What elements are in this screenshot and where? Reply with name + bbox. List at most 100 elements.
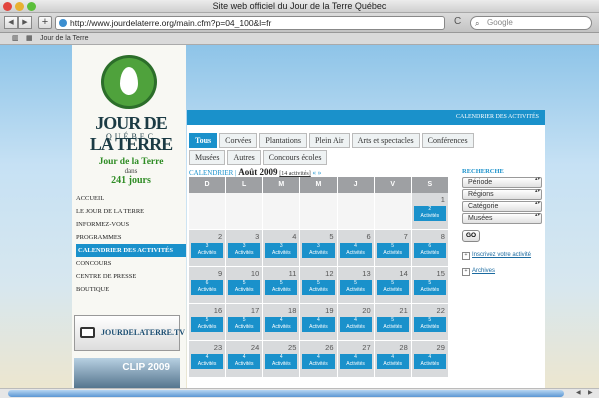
activities-badge[interactable]: 5 Activités <box>339 280 372 295</box>
activities-badge[interactable]: 5 Activités <box>413 317 446 332</box>
activities-badge[interactable]: 2 Activités <box>413 206 446 221</box>
activities-badge[interactable]: 5 Activités <box>376 280 409 295</box>
calendar-day[interactable]: 2 3 Activités <box>189 230 227 267</box>
archives-link[interactable]: Archives <box>462 268 542 276</box>
calendar-day[interactable]: 18 4 Activités <box>263 304 301 341</box>
calendar-day[interactable]: 25 4 Activités <box>263 341 301 378</box>
calendar-day[interactable]: 11 5 Activités <box>263 267 301 304</box>
activities-badge[interactable]: 5 Activités <box>228 317 261 332</box>
menu-item[interactable]: INFORMEZ-VOUS <box>76 218 186 231</box>
menu-item[interactable]: CENTRE DE PRESSE <box>76 270 186 283</box>
calendar-day[interactable]: 29 4 Activités <box>411 341 449 378</box>
activities-badge[interactable]: 3 Activités <box>228 243 261 258</box>
activities-badge[interactable]: 6 Activités <box>413 243 446 258</box>
activities-badge[interactable]: 3 Activités <box>265 243 298 258</box>
bookmark-jour-de-la-terre[interactable]: Jour de la Terre <box>40 33 89 44</box>
reload-button[interactable]: C <box>454 16 461 27</box>
scrollbar-thumb[interactable] <box>8 390 564 397</box>
calendar-day[interactable]: 12 5 Activités <box>300 267 338 304</box>
back-button[interactable]: ◀ <box>4 16 18 29</box>
calendar-day[interactable]: 21 5 Activités <box>374 304 412 341</box>
book-icon[interactable]: ▥ <box>12 33 19 44</box>
calendar-day[interactable]: 19 4 Activités <box>300 304 338 341</box>
activities-badge[interactable]: 6 Activités <box>191 280 224 295</box>
menu-item[interactable]: CONCOURS <box>76 257 186 270</box>
calendar-day[interactable]: 14 5 Activités <box>374 267 412 304</box>
prev-month-button[interactable]: « <box>313 169 317 177</box>
calendar-day[interactable]: 22 5 Activités <box>411 304 449 341</box>
menu-item[interactable]: CALENDRIER DES ACTIVITÉS <box>76 244 186 257</box>
activities-badge[interactable]: 4 Activités <box>265 354 298 369</box>
activities-badge[interactable]: 4 Activités <box>376 354 409 369</box>
scroll-right-icon[interactable]: ▶ <box>588 389 593 396</box>
tab-tous[interactable]: Tous <box>189 133 218 148</box>
tab-plein-air[interactable]: Plein Air <box>308 133 350 148</box>
add-bookmark-button[interactable]: + <box>38 16 52 29</box>
calendar-day[interactable]: 1 2 Activités <box>411 193 449 230</box>
activities-badge[interactable]: 4 Activités <box>339 354 372 369</box>
tab-conf-rences[interactable]: Conférences <box>421 133 474 148</box>
calendar-day[interactable]: 8 6 Activités <box>411 230 449 267</box>
calendar-day[interactable]: 27 4 Activités <box>337 341 375 378</box>
select-mus-es[interactable]: Musées <box>462 213 542 224</box>
tab-autres[interactable]: Autres <box>227 150 261 165</box>
tab-plantations[interactable]: Plantations <box>259 133 307 148</box>
calendar-day[interactable]: 24 4 Activités <box>226 341 264 378</box>
register-activity-link[interactable]: Inscrivez votre activité <box>462 252 542 260</box>
go-button[interactable]: GO <box>462 230 480 242</box>
activities-badge[interactable]: 4 Activités <box>228 354 261 369</box>
activities-badge[interactable]: 3 Activités <box>302 243 335 258</box>
activities-badge[interactable]: 5 Activités <box>302 280 335 295</box>
calendar-day[interactable]: 3 3 Activités <box>226 230 264 267</box>
activities-badge[interactable]: 4 Activités <box>265 317 298 332</box>
menu-item[interactable]: PROGRAMMES <box>76 231 186 244</box>
activities-badge[interactable]: 4 Activités <box>302 317 335 332</box>
activities-badge[interactable]: 4 Activités <box>413 354 446 369</box>
activities-badge[interactable]: 5 Activités <box>191 317 224 332</box>
leaf-logo-icon[interactable] <box>101 55 157 109</box>
calendar-day[interactable]: 6 4 Activités <box>337 230 375 267</box>
calendar-day[interactable]: 28 4 Activités <box>374 341 412 378</box>
tab-arts-et-spectacles[interactable]: Arts et spectacles <box>351 133 420 148</box>
select-r-gions[interactable]: Régions <box>462 189 542 200</box>
menu-item[interactable]: LE JOUR DE LA TERRE <box>76 205 186 218</box>
select-cat-gorie[interactable]: Catégorie <box>462 201 542 212</box>
calendar-day[interactable]: 7 5 Activités <box>374 230 412 267</box>
activities-badge[interactable]: 4 Activités <box>191 354 224 369</box>
calendar-day[interactable]: 17 5 Activités <box>226 304 264 341</box>
grid-icon[interactable]: ▦ <box>26 33 33 44</box>
activities-badge[interactable]: 5 Activités <box>376 243 409 258</box>
address-bar[interactable]: http://www.jourdelaterre.org/main.cfm?p=… <box>55 16 445 30</box>
horizontal-scrollbar[interactable]: ◀ ▶ <box>0 388 599 398</box>
activities-badge[interactable]: 5 Activités <box>265 280 298 295</box>
menu-item[interactable]: ACCUEIL <box>76 192 186 205</box>
search-input[interactable]: ⌕ Google <box>470 16 592 30</box>
calendar-day[interactable]: 13 5 Activités <box>337 267 375 304</box>
clip-banner[interactable]: CLIP 2009 <box>74 358 180 388</box>
calendar-day[interactable]: 9 6 Activités <box>189 267 227 304</box>
calendar-day[interactable]: 26 4 Activités <box>300 341 338 378</box>
calendar-day[interactable]: 23 4 Activités <box>189 341 227 378</box>
scroll-left-icon[interactable]: ◀ <box>576 389 581 396</box>
tv-banner[interactable]: JOURDELATERRE.TV <box>74 315 185 351</box>
activities-badge[interactable]: 5 Activités <box>228 280 261 295</box>
calendar-day[interactable]: 16 5 Activités <box>189 304 227 341</box>
select-p-riode[interactable]: Période <box>462 177 542 188</box>
tab-concours-coles[interactable]: Concours écoles <box>262 150 328 165</box>
activities-badge[interactable]: 5 Activités <box>376 317 409 332</box>
forward-button[interactable]: ▶ <box>18 16 32 29</box>
next-month-button[interactable]: » <box>318 169 322 177</box>
calendar-day[interactable]: 15 5 Activités <box>411 267 449 304</box>
activities-badge[interactable]: 5 Activités <box>413 280 446 295</box>
calendar-day[interactable]: 10 5 Activités <box>226 267 264 304</box>
calendar-day[interactable]: 20 4 Activités <box>337 304 375 341</box>
activities-badge[interactable]: 3 Activités <box>191 243 224 258</box>
calendar-day[interactable]: 5 3 Activités <box>300 230 338 267</box>
calendar-day[interactable]: 4 3 Activités <box>263 230 301 267</box>
activities-badge[interactable]: 4 Activités <box>339 317 372 332</box>
activities-badge[interactable]: 4 Activités <box>302 354 335 369</box>
menu-item[interactable]: BOUTIQUE <box>76 283 186 296</box>
tab-mus-es[interactable]: Musées <box>189 150 226 165</box>
tab-corv-es[interactable]: Corvées <box>219 133 258 148</box>
activities-badge[interactable]: 4 Activités <box>339 243 372 258</box>
